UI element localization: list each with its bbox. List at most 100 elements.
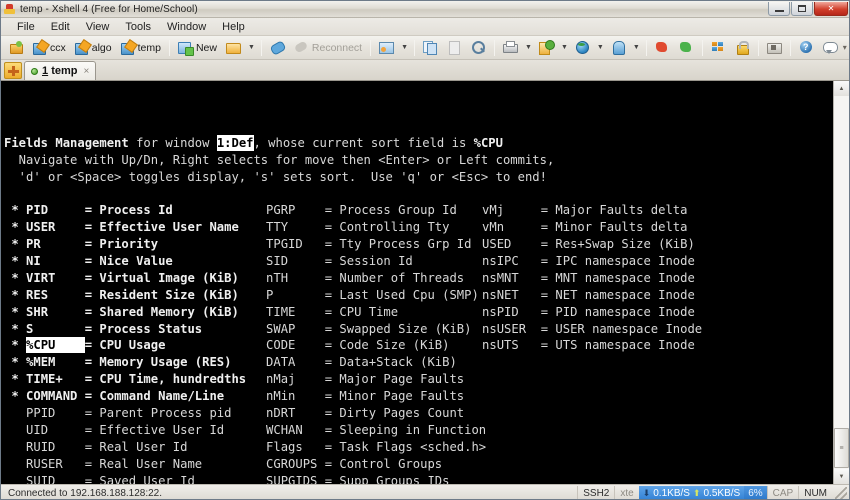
menu-window[interactable]: Window	[159, 20, 214, 34]
menu-view[interactable]: View	[78, 20, 118, 34]
properties-button[interactable]	[763, 38, 786, 58]
security-button[interactable]	[731, 38, 754, 58]
tunnel-button[interactable]	[607, 38, 630, 58]
web-button[interactable]	[571, 38, 594, 58]
field-entry-used[interactable]: USED = Res+Swap Size (KiB)	[460, 236, 695, 253]
field-name: TIME	[266, 304, 325, 319]
field-name: P	[266, 287, 325, 302]
feedback-button[interactable]	[819, 38, 842, 58]
session-ccx-button[interactable]: ccx	[29, 38, 70, 58]
field-entry-ppid[interactable]: PPID = Parent Process pid	[4, 405, 231, 422]
xftp-button[interactable]	[651, 38, 674, 58]
field-entry-sid[interactable]: SID = Session Id	[244, 253, 413, 270]
help-button[interactable]	[795, 38, 818, 58]
field-entry-nmin[interactable]: nMin = Minor Page Faults	[244, 388, 464, 405]
field-entry-tty[interactable]: TTY = Controlling Tty	[244, 219, 449, 236]
field-entry-nspid[interactable]: nsPID = PID namespace Inode	[460, 304, 695, 321]
chevron-down-icon[interactable]: ▼	[246, 44, 257, 51]
menu-help[interactable]: Help	[214, 20, 253, 34]
minimize-button[interactable]	[768, 2, 790, 16]
file-transfer-button[interactable]	[535, 38, 558, 58]
field-entry-virt[interactable]: * VIRT = Virtual Image (KiB)	[4, 270, 238, 287]
field-entry-pid[interactable]: * PID = Process Id	[4, 202, 172, 219]
scrollbar-thumb[interactable]: ≡	[834, 428, 849, 468]
open-session-button[interactable]	[5, 38, 28, 58]
field-entry-swap[interactable]: SWAP = Swapped Size (KiB)	[244, 321, 471, 338]
copy-button[interactable]	[419, 38, 442, 58]
new-tab-button[interactable]	[4, 62, 22, 79]
field-entry--cpu[interactable]: * %CPU = CPU Usage	[4, 337, 165, 354]
field-entry-ndrt[interactable]: nDRT = Dirty Pages Count	[244, 405, 464, 422]
scroll-up-icon[interactable]: ▲	[834, 81, 849, 96]
field-entry-code[interactable]: CODE = Code Size (KiB)	[244, 337, 449, 354]
chevron-down-icon[interactable]: ▼	[631, 44, 642, 51]
tab-temp[interactable]: 1 temp ×	[24, 61, 97, 80]
field-entry-time[interactable]: TIME = CPU Time	[244, 304, 398, 321]
field-enabled-marker	[244, 440, 266, 454]
close-icon[interactable]: ×	[83, 66, 89, 77]
new-session-button[interactable]: New	[174, 38, 221, 58]
session-algo-button[interactable]: algo	[71, 38, 116, 58]
xlpd-button[interactable]	[675, 38, 698, 58]
find-button[interactable]	[467, 38, 490, 58]
field-entry-uid[interactable]: UID = Effective User Id	[4, 422, 224, 439]
menu-edit[interactable]: Edit	[43, 20, 78, 34]
field-entry--mem[interactable]: * %MEM = Memory Usage (RES)	[4, 354, 231, 371]
field-name: DATA	[266, 355, 325, 370]
field-entry-vmj[interactable]: vMj = Major Faults delta	[460, 202, 687, 219]
field-entry-data[interactable]: DATA = Data+Stack (KiB)	[244, 354, 457, 371]
reconnect-button[interactable]: Reconnect	[290, 38, 366, 58]
resize-grip-icon[interactable]	[835, 487, 847, 499]
chevron-down-icon[interactable]: ▼	[399, 44, 410, 51]
field-entry-ruser[interactable]: RUSER = Real User Name	[4, 456, 202, 473]
chevron-down-icon[interactable]: ▼	[595, 44, 606, 51]
field-entry-pgrp[interactable]: PGRP = Process Group Id	[244, 202, 457, 219]
field-entry-nsnet[interactable]: nsNET = NET namespace Inode	[460, 287, 695, 304]
menu-tools[interactable]: Tools	[117, 20, 159, 34]
field-entry-vmn[interactable]: vMn = Minor Faults delta	[460, 219, 687, 236]
close-button[interactable]: ✕	[814, 2, 848, 16]
field-entry-time-[interactable]: * TIME+ = CPU Time, hundredths	[4, 371, 246, 388]
field-entry-ruid[interactable]: RUID = Real User Id	[4, 439, 187, 456]
toolbar-overflow-icon[interactable]: ▾	[843, 43, 849, 52]
field-entry-user[interactable]: * USER = Effective User Name	[4, 219, 238, 236]
terminal-scrollbar[interactable]: ▲ ≡ ▼	[833, 81, 849, 484]
field-entry-tpgid[interactable]: TPGID = Tty Process Grp Id	[244, 236, 471, 253]
field-entry-p[interactable]: P = Last Used Cpu (SMP)	[244, 287, 479, 304]
field-entry-res[interactable]: * RES = Resident Size (KiB)	[4, 287, 238, 304]
field-entry-pr[interactable]: * PR = Priority	[4, 236, 158, 253]
menu-file[interactable]: File	[9, 20, 43, 34]
field-entry-cgroups[interactable]: CGROUPS = Control Groups	[244, 456, 442, 473]
screenshot-button[interactable]	[375, 38, 398, 58]
layout-button[interactable]	[707, 38, 730, 58]
terminal-screen[interactable]: Fields Management for window 1:Def, whos…	[1, 81, 833, 484]
chevron-down-icon[interactable]: ▼	[559, 44, 570, 51]
field-name: CGROUPS	[266, 456, 325, 471]
open-folder-button[interactable]	[222, 38, 245, 58]
scrollbar-track[interactable]	[834, 96, 849, 469]
field-description: = Nice Value	[84, 253, 173, 268]
field-entry-suid[interactable]: SUID = Saved User Id	[4, 473, 195, 484]
connect-button[interactable]	[266, 38, 289, 58]
scroll-down-icon[interactable]: ▼	[834, 469, 849, 484]
field-entry-nmaj[interactable]: nMaj = Major Page Faults	[244, 371, 464, 388]
paste-button[interactable]	[443, 38, 466, 58]
field-entry-supgids[interactable]: SUPGIDS = Supp Groups IDs	[244, 473, 449, 484]
session-temp-button[interactable]: temp	[117, 38, 165, 58]
reconnect-label: Reconnect	[311, 41, 363, 54]
field-entry-flags[interactable]: Flags = Task Flags <sched.h>	[244, 439, 486, 456]
maximize-button[interactable]	[791, 2, 813, 16]
print-button[interactable]	[499, 38, 522, 58]
field-entry-shr[interactable]: * SHR = Shared Memory (KiB)	[4, 304, 238, 321]
fields-row: * PR = Priority TPGID = Tty Process Grp …	[4, 236, 833, 253]
field-entry-nsmnt[interactable]: nsMNT = MNT namespace Inode	[460, 270, 695, 287]
field-entry-s[interactable]: * S = Process Status	[4, 321, 202, 338]
field-entry-nsuser[interactable]: nsUSER = USER namespace Inode	[460, 321, 702, 338]
field-entry-command[interactable]: * COMMAND = Command Name/Line	[4, 388, 224, 405]
field-entry-nsuts[interactable]: nsUTS = UTS namespace Inode	[460, 337, 695, 354]
field-entry-nsipc[interactable]: nsIPC = IPC namespace Inode	[460, 253, 695, 270]
field-entry-nth[interactable]: nTH = Number of Threads	[244, 270, 464, 287]
field-entry-wchan[interactable]: WCHAN = Sleeping in Function	[244, 422, 486, 439]
field-entry-ni[interactable]: * NI = Nice Value	[4, 253, 173, 270]
chevron-down-icon[interactable]: ▼	[523, 44, 534, 51]
